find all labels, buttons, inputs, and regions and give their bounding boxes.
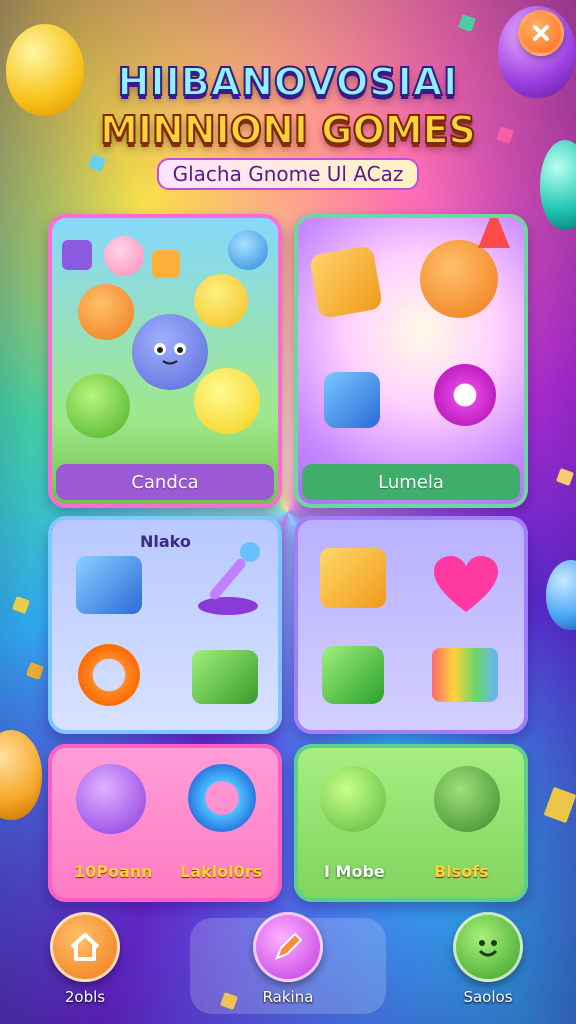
green-blob-character-icon [66, 374, 130, 438]
game-card-candca[interactable]: Candca [48, 214, 282, 508]
green-s-block-icon [322, 646, 384, 704]
smiley-icon [478, 940, 498, 957]
green-turtle-character-icon [434, 766, 500, 832]
joystick-icon [188, 540, 266, 618]
orange-cube-icon [308, 244, 384, 320]
confetti-decoration [12, 596, 30, 614]
nav-label-saolos: Saolos [463, 988, 513, 1006]
pink-card-label-left: 10Poann [74, 862, 153, 881]
heart-icon [432, 554, 500, 616]
orange-bear-character-icon [78, 284, 134, 340]
game-card-green[interactable]: I Mobe Blsofs [294, 744, 528, 902]
nav-label-home: 2obls [64, 988, 106, 1006]
game-card-toys[interactable] [294, 516, 528, 734]
party-hat-icon [478, 214, 510, 248]
blue-balloon-decoration [546, 560, 576, 630]
green-card-label-left: I Mobe [324, 862, 385, 881]
orange-balloon-decoration [0, 730, 42, 820]
game-card-pink[interactable]: 10Poann Laklol0rs [48, 744, 282, 902]
orange-q-ring-icon [78, 644, 140, 706]
confetti-decoration [543, 786, 576, 824]
card-label-candca: Candca [56, 464, 274, 500]
nav-label-ranking: Rakina [262, 988, 314, 1006]
toy-cube-icon [152, 250, 180, 278]
blue-q-ring-icon [188, 764, 256, 832]
toy-cube-icon [62, 240, 92, 270]
card-title-nlako: Nlako [140, 532, 191, 551]
green-blob-character-icon [320, 766, 386, 832]
pencil-icon [275, 932, 303, 960]
game-card-lumela[interactable]: Lumela [294, 214, 528, 508]
confetti-decoration [26, 662, 44, 680]
blue-cat-character-icon [132, 314, 208, 390]
blue-ball-character-icon [228, 230, 268, 270]
nav-item-home[interactable]: 2obls [30, 912, 140, 1006]
close-button[interactable] [518, 10, 564, 56]
pink-ring-gadget-icon [434, 364, 496, 426]
game-card-nlako[interactable]: Nlako [48, 516, 282, 734]
home-icon [70, 933, 100, 961]
blue-toy-box-icon [76, 556, 142, 614]
orange-bear-character-icon [420, 240, 498, 318]
blue-gadget-icon [324, 372, 380, 428]
nav-item-ranking[interactable]: Rakina [233, 912, 343, 1006]
subtitle-banner: Glacha Gnome Ul ACaz [156, 158, 420, 190]
confetti-decoration [556, 468, 574, 486]
confetti-decoration [458, 14, 476, 32]
title-line-2: MINNIONI GOMES [99, 107, 477, 153]
card-label-lumela: Lumela [302, 464, 520, 500]
pink-card-label-right: Laklol0rs [180, 862, 263, 881]
rainbow-gift-box-icon [432, 648, 498, 702]
green-card-label-right: Blsofs [434, 862, 489, 881]
yellow-cat-character-icon [194, 274, 248, 328]
game-title: HIIBANOVOSIAI MINNIONI GOMES Glacha Gnom… [0, 59, 576, 190]
pink-pig-character-icon [104, 236, 144, 276]
purple-ball-character-icon [76, 764, 146, 834]
title-line-1: HIIBANOVOSIAI [117, 59, 459, 105]
yellow-crate-icon [320, 548, 386, 608]
close-icon [533, 25, 549, 41]
nav-item-saolos[interactable]: Saolos [433, 912, 543, 1006]
green-toy-chest-icon [192, 650, 258, 704]
yellow-blob-character-icon [194, 368, 260, 434]
